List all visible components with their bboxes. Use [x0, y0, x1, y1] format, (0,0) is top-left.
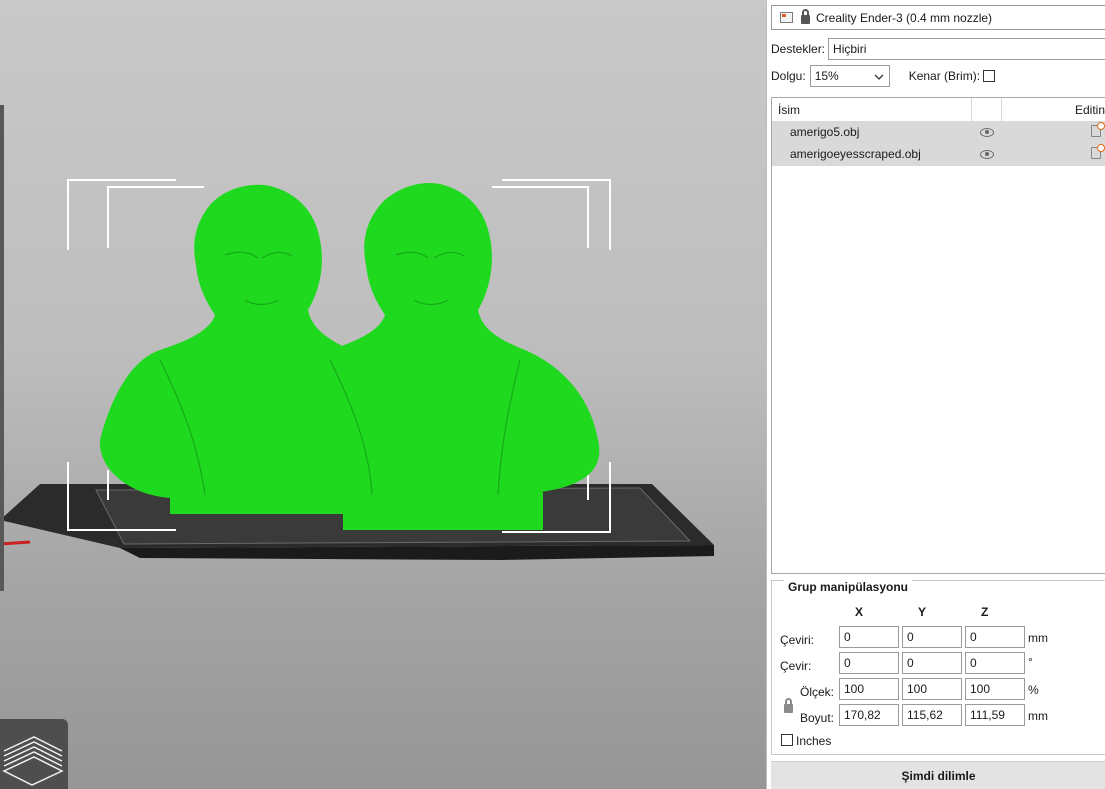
list-item[interactable]: amerigoeyesscraped.obj: [772, 144, 1105, 166]
list-item[interactable]: amerigo5.obj: [772, 122, 1105, 144]
slice-now-button[interactable]: Şimdi dilimle: [771, 761, 1105, 789]
rotate-z-input[interactable]: 0: [965, 652, 1025, 674]
rotate-x-input[interactable]: 0: [839, 652, 899, 674]
scale-label: Ölçek:: [800, 685, 835, 699]
scene-canvas[interactable]: [0, 0, 766, 789]
slice-now-label: Şimdi dilimle: [901, 768, 976, 783]
lock-icon: [801, 9, 810, 24]
edit-settings-icon[interactable]: [1091, 122, 1105, 137]
infill-value: 15%: [814, 69, 839, 83]
inches-label: Inches: [796, 734, 832, 748]
layers-icon: [2, 736, 64, 786]
supports-label: Destekler:: [771, 42, 826, 56]
column-editing[interactable]: Editin: [1075, 103, 1105, 117]
object-name: amerigoeyesscraped.obj: [790, 147, 921, 161]
size-label: Boyut:: [800, 711, 835, 725]
size-y-input[interactable]: 115,62: [902, 704, 962, 726]
translate-unit: mm: [1028, 631, 1048, 645]
3d-viewport[interactable]: [0, 0, 766, 789]
scale-y-input[interactable]: 100: [902, 678, 962, 700]
printer-name: Creality Ender-3 (0.4 mm nozzle): [816, 10, 993, 25]
layer-view-button[interactable]: [0, 719, 68, 789]
axis-y-label: Y: [918, 605, 927, 619]
column-name[interactable]: İsim: [778, 103, 800, 117]
chevron-down-icon: [874, 74, 884, 80]
printer-select[interactable]: Creality Ender-3 (0.4 mm nozzle): [771, 5, 1105, 30]
infill-label: Dolgu:: [771, 69, 806, 83]
size-unit: mm: [1028, 709, 1048, 723]
size-z-input[interactable]: 111,59: [965, 704, 1025, 726]
group-manipulation: Grup manipülasyonu X Y Z Çeviri: 0 0 0 m…: [771, 580, 1105, 755]
supports-value: Hiçbiri: [833, 42, 867, 56]
axis-x-label: X: [855, 605, 864, 619]
translate-y-input[interactable]: 0: [902, 626, 962, 648]
supports-select[interactable]: Hiçbiri: [828, 38, 1105, 60]
infill-combobox[interactable]: 15%: [809, 65, 890, 87]
brim-checkbox[interactable]: [983, 70, 996, 82]
scale-z-input[interactable]: 100: [965, 678, 1025, 700]
translate-z-input[interactable]: 0: [965, 626, 1025, 648]
brim-label: Kenar (Brim):: [908, 69, 981, 83]
group-title: Grup manipülasyonu: [784, 580, 913, 594]
scale-unit: %: [1028, 683, 1039, 697]
edit-settings-icon[interactable]: [1091, 144, 1105, 159]
rotate-unit: °: [1028, 655, 1033, 669]
object-name: amerigo5.obj: [790, 125, 860, 139]
eye-icon[interactable]: [980, 128, 994, 137]
eye-icon[interactable]: [980, 150, 994, 159]
settings-panel: Creality Ender-3 (0.4 mm nozzle) Destekl…: [766, 0, 1105, 789]
rotate-label: Çevir:: [780, 659, 812, 673]
object-list: İsim Editin amerigo5.obj amerigoeyesscra…: [771, 97, 1105, 574]
axis-z-label: Z: [981, 605, 989, 619]
lock-icon[interactable]: [784, 698, 793, 713]
translate-label: Çeviri:: [780, 633, 815, 647]
viewport-left-edge: [0, 105, 4, 591]
printer-icon: [780, 12, 793, 23]
object-list-header: İsim Editin: [772, 98, 1105, 122]
inches-checkbox[interactable]: [781, 734, 793, 746]
size-x-input[interactable]: 170,82: [839, 704, 899, 726]
translate-x-input[interactable]: 0: [839, 626, 899, 648]
rotate-y-input[interactable]: 0: [902, 652, 962, 674]
scale-x-input[interactable]: 100: [839, 678, 899, 700]
